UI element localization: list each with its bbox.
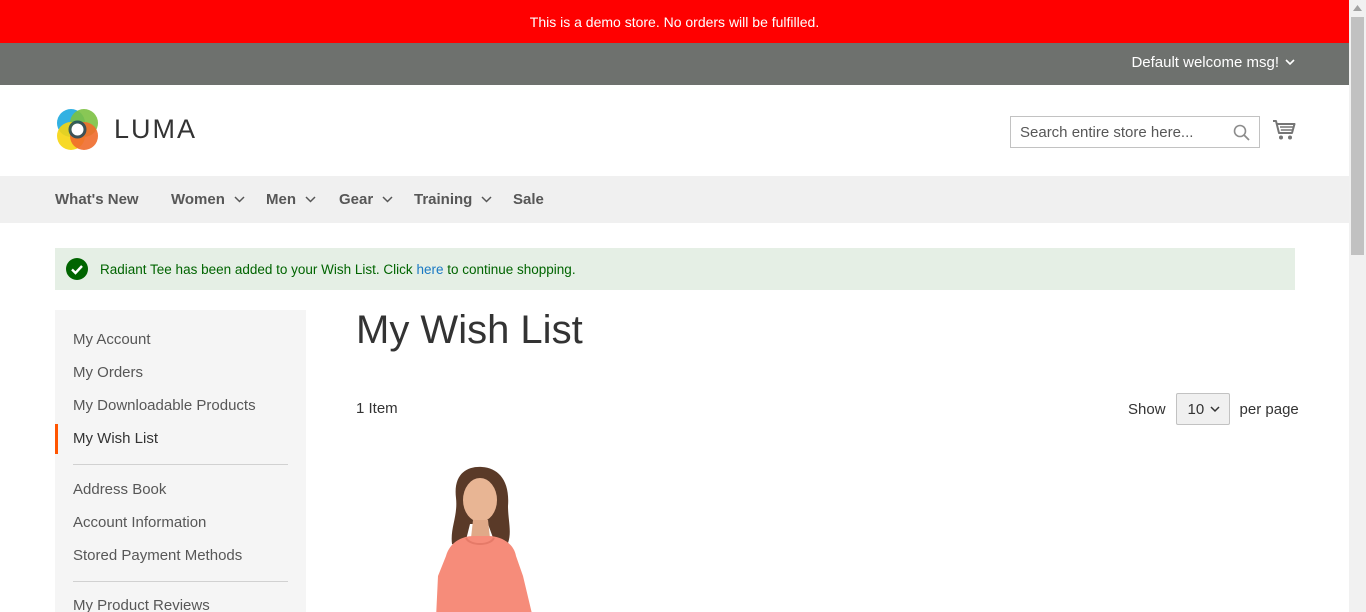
search-input[interactable] (1011, 117, 1221, 147)
continue-shopping-link[interactable]: here (416, 262, 443, 277)
chevron-down-icon (1210, 405, 1220, 412)
nav-sale[interactable]: Sale (513, 191, 544, 208)
message-suffix: to continue shopping. (443, 261, 576, 277)
limiter-show-label: Show (1128, 400, 1166, 418)
item-count: 1 Item (356, 400, 398, 417)
nav-men[interactable]: Men (266, 191, 316, 208)
sidebar-divider (73, 581, 288, 582)
demo-store-notice: This is a demo store. No orders will be … (0, 0, 1349, 43)
nav-label: Training (414, 191, 473, 208)
nav-label: Sale (513, 191, 544, 208)
welcome-message: Default welcome msg! (1131, 54, 1279, 71)
search-box (1010, 116, 1260, 148)
limiter-per-page-label: per page (1239, 400, 1299, 418)
nav-women[interactable]: Women (171, 191, 245, 208)
demo-notice-text: This is a demo store. No orders will be … (529, 13, 820, 30)
success-message: Radiant Tee has been added to your Wish … (55, 248, 1295, 290)
chevron-down-icon (1285, 59, 1295, 66)
nav-label: What's New (55, 191, 139, 208)
luma-logo-icon (57, 109, 98, 150)
search-icon[interactable] (1233, 124, 1250, 141)
product-image[interactable] (398, 458, 558, 612)
message-text: Radiant Tee has been added to your Wish … (100, 262, 576, 277)
sidebar-item-my-orders[interactable]: My Orders (73, 364, 143, 381)
sidebar-item-downloadable-products[interactable]: My Downloadable Products (73, 397, 256, 414)
sidebar-divider (73, 464, 288, 465)
chevron-down-icon (234, 196, 245, 203)
welcome-dropdown[interactable]: Default welcome msg! (1131, 54, 1295, 71)
sidebar-item-address-book[interactable]: Address Book (73, 481, 166, 498)
nav-training[interactable]: Training (414, 191, 492, 208)
cart-icon[interactable] (1272, 119, 1296, 141)
message-prefix: Radiant Tee has been added to your Wish … (100, 261, 417, 277)
active-item-marker (55, 424, 58, 454)
store-logo[interactable]: LUMA (55, 107, 197, 152)
logo-text: LUMA (114, 114, 198, 144)
chevron-down-icon (305, 196, 316, 203)
nav-gear[interactable]: Gear (339, 191, 393, 208)
account-sidebar: My Account My Orders My Downloadable Pro… (55, 310, 306, 612)
sidebar-item-my-account[interactable]: My Account (73, 331, 151, 348)
page-limiter: Show 10 per page (1128, 393, 1299, 425)
chevron-down-icon (382, 196, 393, 203)
scrollbar-thumb[interactable] (1351, 17, 1364, 255)
main-navigation: What's New Women Men Gear Training Sale (0, 176, 1349, 223)
vertical-scrollbar[interactable] (1349, 0, 1366, 612)
nav-label: Gear (339, 191, 374, 208)
chevron-down-icon (481, 196, 492, 203)
checkmark-circle-icon (66, 258, 88, 280)
panel-header: Default welcome msg! (0, 43, 1349, 85)
nav-whats-new[interactable]: What's New (55, 191, 139, 208)
page-title: My Wish List (356, 308, 583, 352)
sidebar-item-product-reviews[interactable]: My Product Reviews (73, 597, 210, 612)
nav-label: Men (266, 191, 296, 208)
limiter-select[interactable]: 10 (1175, 393, 1230, 425)
sidebar-item-account-information[interactable]: Account Information (73, 514, 206, 531)
nav-label: Women (171, 191, 225, 208)
sidebar-item-stored-payment-methods[interactable]: Stored Payment Methods (73, 547, 242, 564)
scroll-up-arrow-icon[interactable] (1353, 5, 1362, 11)
sidebar-item-my-wish-list: My Wish List (73, 430, 159, 447)
limiter-value: 10 (1187, 400, 1205, 418)
site-header: LUMA (0, 85, 1349, 176)
